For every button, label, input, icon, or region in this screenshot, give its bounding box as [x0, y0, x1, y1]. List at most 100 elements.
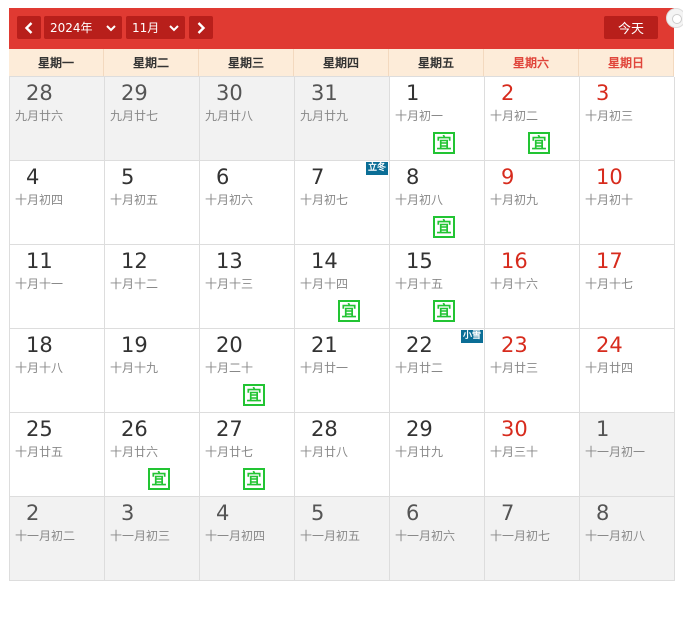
day-number: 1: [596, 417, 610, 441]
page-curl-icon[interactable]: [666, 8, 683, 28]
day-cell[interactable]: 24 十月廿四: [580, 329, 675, 413]
day-number: 28: [311, 417, 338, 441]
weekday-label: 星期一: [9, 49, 104, 76]
solar-term-badge: 小雪: [460, 330, 483, 343]
lunar-date: 十月廿九: [395, 445, 444, 459]
month-select[interactable]: 11月: [126, 16, 185, 39]
day-number: 29: [406, 417, 433, 441]
day-cell[interactable]: 30 十月三十: [485, 413, 580, 497]
day-cell[interactable]: 8 十月初八宜: [390, 161, 485, 245]
lunar-date: 十一月初六: [395, 529, 456, 543]
day-cell[interactable]: 15 十月十五宜: [390, 245, 485, 329]
lunar-date: 十月初三: [585, 109, 634, 123]
day-cell[interactable]: 30 九月廿八: [200, 77, 295, 161]
day-cell[interactable]: 4 十月初四: [10, 161, 105, 245]
day-cell[interactable]: 22 十月廿二 小雪: [390, 329, 485, 413]
day-cell[interactable]: 29 九月廿七: [105, 77, 200, 161]
lunar-date: 十月廿六: [110, 445, 159, 459]
day-cell[interactable]: 31 九月廿九: [295, 77, 390, 161]
day-number: 23: [501, 333, 528, 357]
day-number: 31: [311, 81, 338, 105]
day-number: 18: [26, 333, 53, 357]
day-cell[interactable]: 2 十月初二宜: [485, 77, 580, 161]
day-number: 22: [406, 333, 433, 357]
auspicious-badge: 宜: [148, 468, 170, 490]
next-month-button[interactable]: [189, 16, 213, 39]
day-cell[interactable]: 7 十一月初七: [485, 497, 580, 581]
day-cell[interactable]: 3 十月初三: [580, 77, 675, 161]
day-number: 6: [216, 165, 230, 189]
day-cell[interactable]: 5 十月初五: [105, 161, 200, 245]
day-cell[interactable]: 10 十月初十: [580, 161, 675, 245]
auspicious-badge: 宜: [433, 300, 455, 322]
weekday-label: 星期二: [104, 49, 199, 76]
day-number: 8: [596, 501, 610, 525]
lunar-date: 十月初五: [110, 193, 159, 207]
auspicious-badge: 宜: [433, 132, 455, 154]
day-cell[interactable]: 21 十月廿一: [295, 329, 390, 413]
day-cell[interactable]: 18 十月十八: [10, 329, 105, 413]
lunar-date: 十月十一: [15, 277, 64, 291]
day-number: 12: [121, 249, 148, 273]
day-cell[interactable]: 12 十月十二: [105, 245, 200, 329]
day-cell[interactable]: 9 十月初九: [485, 161, 580, 245]
lunar-date: 十月初九: [490, 193, 539, 207]
day-cell[interactable]: 29 十月廿九: [390, 413, 485, 497]
day-number: 5: [121, 165, 135, 189]
lunar-date: 十月十六: [490, 277, 539, 291]
day-cell[interactable]: 5 十一月初五: [295, 497, 390, 581]
day-number: 1: [406, 81, 420, 105]
lunar-date: 十一月初三: [110, 529, 171, 543]
day-cell[interactable]: 17 十月十七: [580, 245, 675, 329]
day-cell[interactable]: 16 十月十六: [485, 245, 580, 329]
day-cell[interactable]: 8 十一月初八: [580, 497, 675, 581]
day-cell[interactable]: 19 十月十九: [105, 329, 200, 413]
day-cell[interactable]: 11 十月十一: [10, 245, 105, 329]
lunar-date: 十一月初八: [585, 529, 646, 543]
day-number: 7: [311, 165, 325, 189]
lunar-date: 十月廿八: [300, 445, 349, 459]
day-cell[interactable]: 6 十一月初六: [390, 497, 485, 581]
day-cell[interactable]: 3 十一月初三: [105, 497, 200, 581]
lunar-date: 十一月初一: [585, 445, 646, 459]
day-cell[interactable]: 7 十月初七 立冬: [295, 161, 390, 245]
day-number: 19: [121, 333, 148, 357]
day-number: 21: [311, 333, 338, 357]
month-select-label: 11月: [132, 21, 160, 35]
chevron-down-icon: [106, 24, 116, 31]
day-number: 30: [216, 81, 243, 105]
lunar-date: 十月初七: [300, 193, 349, 207]
day-cell[interactable]: 20 十月二十宜: [200, 329, 295, 413]
calendar-grid: 28 九月廿六 29 九月廿七 30 九月廿八 31 九月廿九 1 十月初一宜 2 十月初二宜 3 十月初…: [9, 76, 675, 581]
day-number: 30: [501, 417, 528, 441]
day-cell[interactable]: 1 十月初一宜: [390, 77, 485, 161]
day-cell[interactable]: 28 十月廿八: [295, 413, 390, 497]
prev-month-button[interactable]: [17, 16, 41, 39]
day-number: 27: [216, 417, 243, 441]
day-number: 11: [26, 249, 53, 273]
auspicious-badge: 宜: [243, 468, 265, 490]
year-select[interactable]: 2024年: [44, 16, 122, 39]
lunar-date: 十月廿七: [205, 445, 254, 459]
day-cell[interactable]: 2 十一月初二: [10, 497, 105, 581]
weekday-label: 星期五: [389, 49, 484, 76]
day-number: 26: [121, 417, 148, 441]
day-cell[interactable]: 27 十月廿七宜: [200, 413, 295, 497]
day-cell[interactable]: 4 十一月初四: [200, 497, 295, 581]
day-cell[interactable]: 25 十月廿五: [10, 413, 105, 497]
today-button[interactable]: 今天: [604, 16, 658, 39]
day-cell[interactable]: 1 十一月初一: [580, 413, 675, 497]
lunar-date: 十月廿三: [490, 361, 539, 375]
weekday-label: 星期六: [484, 49, 579, 76]
weekday-header: 星期一 星期二 星期三 星期四 星期五 星期六 星期日: [9, 49, 674, 76]
day-cell[interactable]: 14 十月十四宜: [295, 245, 390, 329]
day-cell[interactable]: 23 十月廿三: [485, 329, 580, 413]
day-cell[interactable]: 6 十月初六: [200, 161, 295, 245]
day-cell[interactable]: 13 十月十三: [200, 245, 295, 329]
lunar-date: 十月廿一: [300, 361, 349, 375]
day-number: 9: [501, 165, 515, 189]
day-cell[interactable]: 28 九月廿六: [10, 77, 105, 161]
day-cell[interactable]: 26 十月廿六宜: [105, 413, 200, 497]
lunar-date: 十月十四: [300, 277, 349, 291]
lunar-date: 十月十二: [110, 277, 159, 291]
